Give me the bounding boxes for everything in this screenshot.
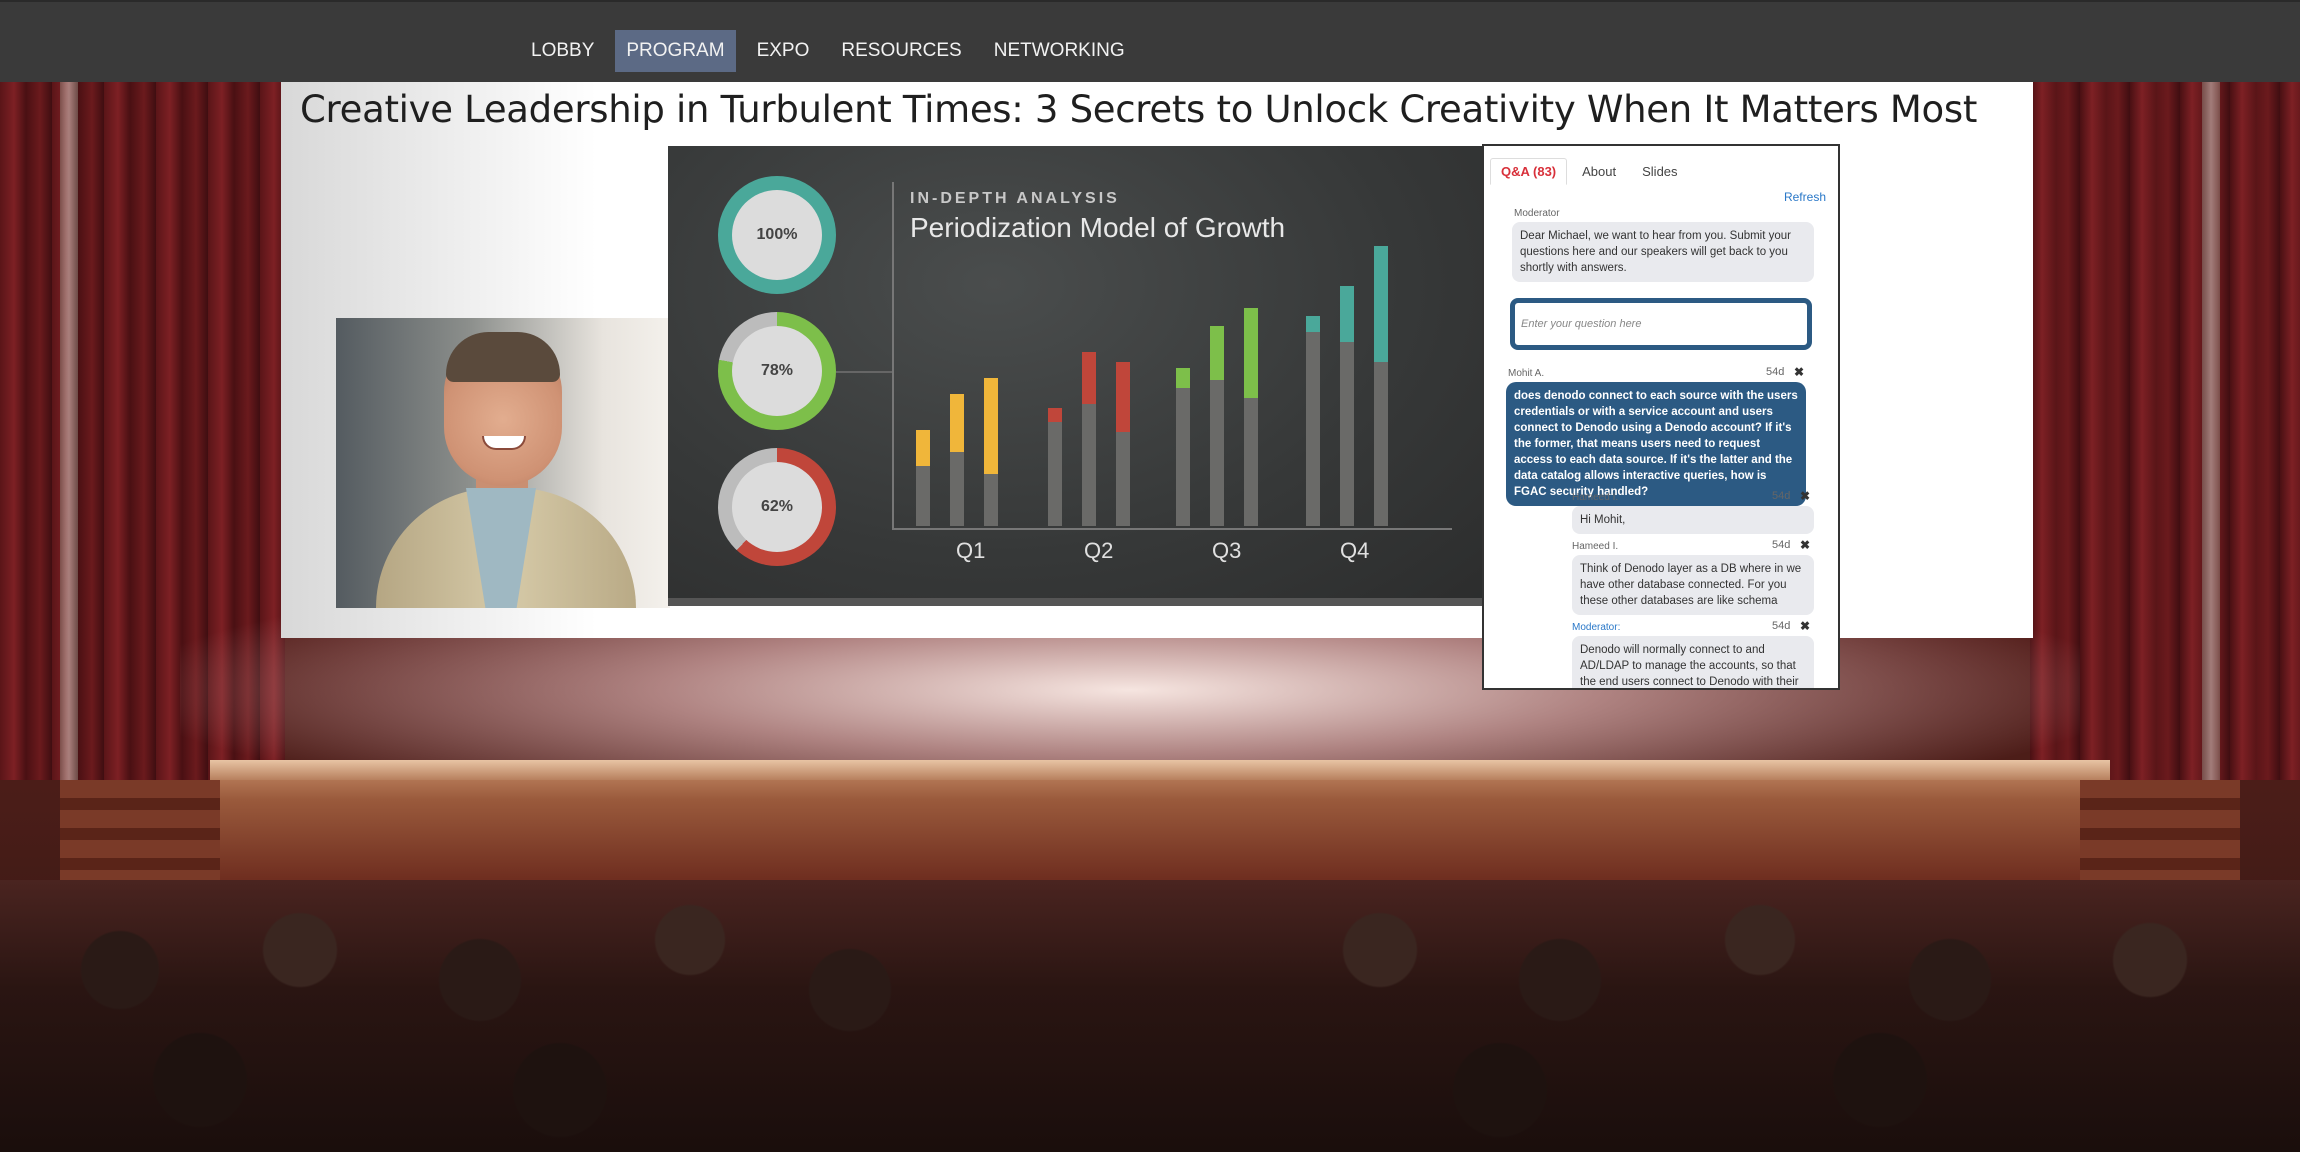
tab-slides[interactable]: Slides bbox=[1631, 158, 1688, 185]
slide-bar-accent bbox=[916, 430, 930, 466]
slide-q-label: Q4 bbox=[1340, 538, 1370, 563]
reply-time: 54d bbox=[1772, 620, 1791, 632]
main-nav: LOBBY PROGRAM EXPO RESOURCES NETWORKING bbox=[520, 30, 1136, 72]
qa-tabs: Q&A (83) About Slides bbox=[1490, 158, 1689, 185]
ring-78: 78% bbox=[718, 312, 836, 430]
slide-bar bbox=[1048, 408, 1062, 526]
audience bbox=[0, 880, 2300, 1152]
question-author: Mohit A. bbox=[1508, 368, 1545, 379]
slide-bar-accent bbox=[984, 378, 998, 474]
left-pillar bbox=[60, 0, 78, 790]
reply-author: Hameed I. bbox=[1572, 541, 1619, 552]
slide-q-label: Q1 bbox=[956, 538, 986, 563]
slide-bar-accent bbox=[1374, 246, 1388, 362]
ring-100: 100% bbox=[718, 176, 836, 294]
slide-q-label: Q3 bbox=[1212, 538, 1242, 563]
speaker-video[interactable] bbox=[336, 318, 670, 608]
delete-icon[interactable]: ✖ bbox=[1794, 365, 1804, 379]
session-title: Creative Leadership in Turbulent Times: … bbox=[300, 88, 1978, 131]
top-navbar: LOBBY PROGRAM EXPO RESOURCES NETWORKING bbox=[0, 0, 2300, 82]
question-time: 54d bbox=[1766, 366, 1785, 378]
presentation-slide[interactable]: IN-DEPTH ANALYSIS Periodization Model of… bbox=[668, 146, 1482, 606]
speaker-hair bbox=[446, 332, 560, 382]
ring-label: 78% bbox=[732, 326, 822, 416]
moderator-label: Moderator bbox=[1514, 208, 1560, 219]
slide-baseline bbox=[892, 528, 1452, 530]
slide-bar-accent bbox=[1244, 308, 1258, 398]
reply-message: Hi Mohit, bbox=[1572, 506, 1814, 534]
reply-message: Denodo will normally connect to and AD/L… bbox=[1572, 636, 1814, 688]
tab-about[interactable]: About bbox=[1571, 158, 1627, 185]
slide-kicker: IN-DEPTH ANALYSIS bbox=[910, 190, 1120, 207]
right-pillar bbox=[2202, 0, 2220, 790]
nav-lobby[interactable]: LOBBY bbox=[520, 30, 605, 72]
delete-icon[interactable]: ✖ bbox=[1800, 619, 1810, 633]
slide-bar bbox=[1176, 368, 1190, 526]
slide-bar-accent bbox=[1048, 408, 1062, 422]
nav-networking[interactable]: NETWORKING bbox=[983, 30, 1136, 72]
refresh-link[interactable]: Refresh bbox=[1784, 190, 1826, 204]
delete-icon[interactable]: ✖ bbox=[1800, 538, 1810, 552]
ring-label: 100% bbox=[732, 190, 822, 280]
tab-qa[interactable]: Q&A (83) bbox=[1490, 158, 1568, 185]
slide-bar-accent bbox=[1210, 326, 1224, 380]
slide-connector bbox=[836, 371, 892, 373]
slide-bar-accent bbox=[1306, 316, 1320, 332]
reply-author: Hameed I. bbox=[1572, 492, 1619, 503]
delete-icon[interactable]: ✖ bbox=[1800, 489, 1810, 503]
slide-bar bbox=[1306, 316, 1320, 526]
slide-bar-accent bbox=[950, 394, 964, 452]
nav-resources[interactable]: RESOURCES bbox=[830, 30, 972, 72]
reply-time: 54d bbox=[1772, 490, 1791, 502]
slide-title: Periodization Model of Growth bbox=[910, 212, 1286, 243]
reply-author: Moderator: bbox=[1572, 622, 1621, 633]
question-input[interactable] bbox=[1510, 298, 1812, 350]
ring-label: 62% bbox=[732, 462, 822, 552]
reply-message: Think of Denodo layer as a DB where in w… bbox=[1572, 555, 1814, 615]
ring-62: 62% bbox=[718, 448, 836, 566]
reply-time: 54d bbox=[1772, 539, 1791, 551]
nav-expo[interactable]: EXPO bbox=[746, 30, 821, 72]
nav-program[interactable]: PROGRAM bbox=[615, 30, 736, 72]
slide-divider bbox=[892, 182, 894, 528]
qa-panel: Q&A (83) About Slides Refresh Moderator … bbox=[1482, 144, 1840, 690]
slide-bottom-strip bbox=[668, 598, 1482, 606]
stage-edge bbox=[210, 760, 2110, 780]
slide-q-label: Q2 bbox=[1084, 538, 1114, 563]
slide-bar-accent bbox=[1082, 352, 1096, 404]
question-message: does denodo connect to each source with … bbox=[1506, 382, 1806, 506]
slide-bar-accent bbox=[1116, 362, 1130, 432]
moderator-message: Dear Michael, we want to hear from you. … bbox=[1512, 222, 1814, 282]
slide-bar-accent bbox=[1340, 286, 1354, 342]
slide-bar-accent bbox=[1176, 368, 1190, 388]
